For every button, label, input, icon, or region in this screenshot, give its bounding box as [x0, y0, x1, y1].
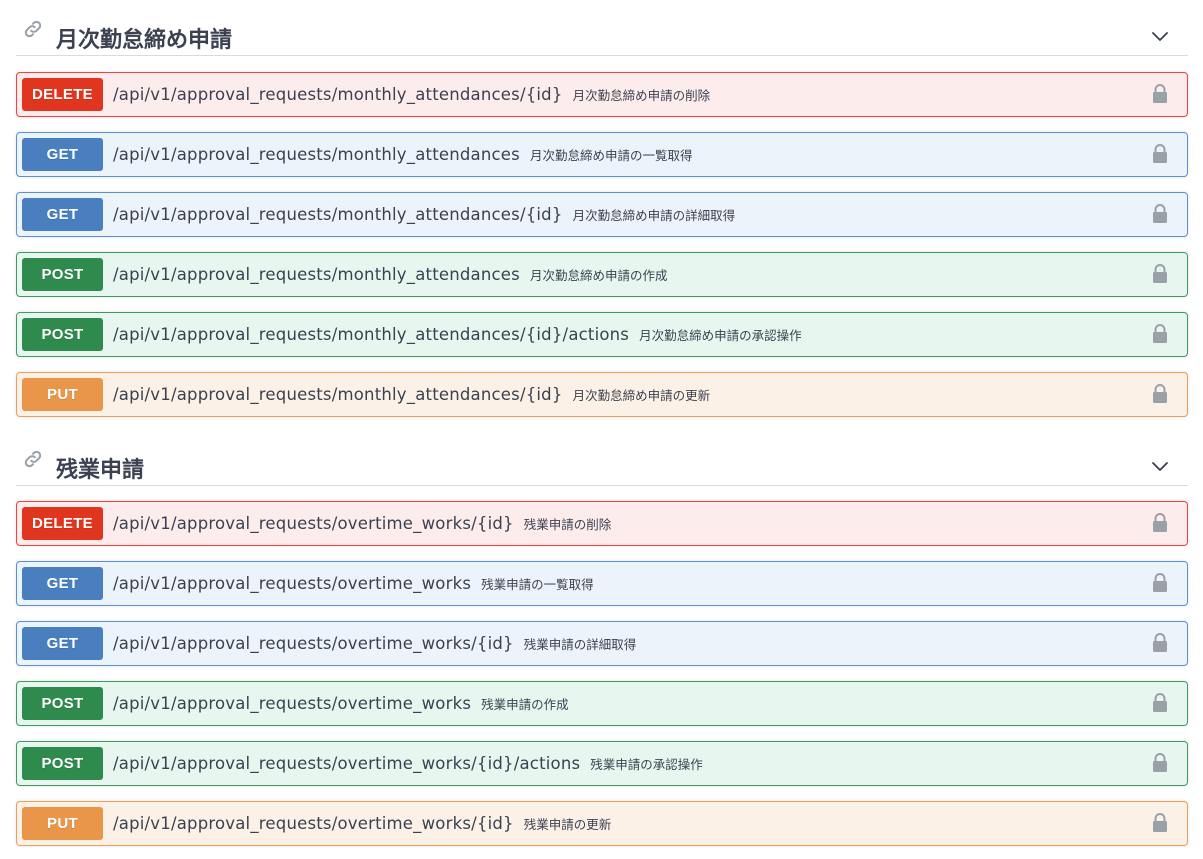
lock-icon[interactable] — [1151, 204, 1169, 224]
operation-path: /api/v1/approval_requests/overtime_works… — [113, 634, 514, 653]
operation-summary: 残業申請の更新 — [523, 817, 612, 832]
operation-path: /api/v1/approval_requests/overtime_works… — [113, 754, 581, 773]
section-header[interactable]: 残業申請 — [16, 444, 1188, 486]
operation-summary: 残業申請の削除 — [523, 517, 612, 532]
lock-icon[interactable] — [1151, 264, 1169, 284]
operation-path: /api/v1/approval_requests/overtime_works — [113, 574, 472, 593]
lock-icon[interactable] — [1151, 573, 1169, 593]
method-badge: POST — [22, 687, 103, 720]
operation-path: /api/v1/approval_requests/monthly_attend… — [113, 145, 520, 164]
lock-icon[interactable] — [1151, 384, 1169, 404]
operation-get-overtime-works[interactable]: GET /api/v1/approval_requests/overtime_w… — [16, 561, 1188, 606]
method-badge: POST — [22, 318, 103, 351]
operation-summary: 月次勤怠締め申請の削除 — [572, 88, 711, 103]
operation-post-monthly-attendance-actions[interactable]: POST /api/v1/approval_requests/monthly_a… — [16, 312, 1188, 357]
lock-icon[interactable] — [1151, 813, 1169, 833]
lock-icon[interactable] — [1151, 144, 1169, 164]
method-badge: PUT — [22, 378, 103, 411]
method-badge: POST — [22, 747, 103, 780]
method-badge: GET — [22, 627, 103, 660]
method-badge: GET — [22, 198, 103, 231]
operation-summary: 月次勤怠締め申請の一覧取得 — [529, 148, 693, 163]
chevron-down-icon[interactable] — [1150, 456, 1170, 476]
lock-icon[interactable] — [1151, 693, 1169, 713]
operation-summary: 月次勤怠締め申請の承認操作 — [639, 328, 802, 343]
operation-path: /api/v1/approval_requests/monthly_attend… — [113, 325, 630, 344]
method-badge: PUT — [22, 807, 103, 840]
operation-put-monthly-attendance[interactable]: PUT /api/v1/approval_requests/monthly_at… — [16, 372, 1188, 417]
method-badge: DELETE — [22, 507, 103, 540]
method-badge: GET — [22, 138, 103, 171]
lock-icon[interactable] — [1151, 633, 1169, 653]
operation-put-overtime-work[interactable]: PUT /api/v1/approval_requests/overtime_w… — [16, 801, 1188, 846]
section-title: 残業申請 — [56, 458, 145, 483]
operation-post-overtime-works[interactable]: POST /api/v1/approval_requests/overtime_… — [16, 681, 1188, 726]
operation-get-monthly-attendance[interactable]: GET /api/v1/approval_requests/monthly_at… — [16, 192, 1188, 237]
operation-summary: 月次勤怠締め申請の作成 — [529, 268, 668, 283]
operation-summary: 残業申請の詳細取得 — [523, 637, 637, 652]
operation-path: /api/v1/approval_requests/monthly_attend… — [113, 385, 563, 404]
operation-summary: 残業申請の作成 — [481, 697, 569, 712]
method-badge: GET — [22, 567, 103, 600]
chevron-down-icon[interactable] — [1150, 26, 1170, 46]
operation-path: /api/v1/approval_requests/monthly_attend… — [113, 205, 563, 224]
operation-delete-overtime-work[interactable]: DELETE /api/v1/approval_requests/overtim… — [16, 501, 1188, 546]
operation-post-overtime-work-actions[interactable]: POST /api/v1/approval_requests/overtime_… — [16, 741, 1188, 786]
operation-summary: 残業申請の承認操作 — [590, 757, 703, 772]
method-badge: DELETE — [22, 78, 103, 111]
operation-delete-monthly-attendance[interactable]: DELETE /api/v1/approval_requests/monthly… — [16, 72, 1188, 117]
section-header[interactable]: 月次勤怠締め申請 — [16, 14, 1188, 56]
operation-path: /api/v1/approval_requests/monthly_attend… — [113, 85, 563, 104]
section-title: 月次勤怠締め申請 — [56, 28, 233, 53]
lock-icon[interactable] — [1151, 324, 1169, 344]
operation-summary: 月次勤怠締め申請の詳細取得 — [572, 208, 736, 223]
operation-path: /api/v1/approval_requests/monthly_attend… — [113, 265, 520, 284]
operation-post-monthly-attendances[interactable]: POST /api/v1/approval_requests/monthly_a… — [16, 252, 1188, 297]
operation-get-monthly-attendances[interactable]: GET /api/v1/approval_requests/monthly_at… — [16, 132, 1188, 177]
lock-icon[interactable] — [1151, 513, 1169, 533]
method-badge: POST — [22, 258, 103, 291]
operation-get-overtime-work[interactable]: GET /api/v1/approval_requests/overtime_w… — [16, 621, 1188, 666]
operation-path: /api/v1/approval_requests/overtime_works… — [113, 814, 514, 833]
lock-icon[interactable] — [1151, 753, 1169, 773]
operation-path: /api/v1/approval_requests/overtime_works — [113, 694, 472, 713]
link-icon[interactable] — [22, 448, 44, 470]
link-icon[interactable] — [22, 18, 44, 40]
operation-summary: 月次勤怠締め申請の更新 — [572, 388, 711, 403]
lock-icon[interactable] — [1151, 84, 1169, 104]
operation-path: /api/v1/approval_requests/overtime_works… — [113, 514, 514, 533]
operation-summary: 残業申請の一覧取得 — [481, 577, 594, 592]
